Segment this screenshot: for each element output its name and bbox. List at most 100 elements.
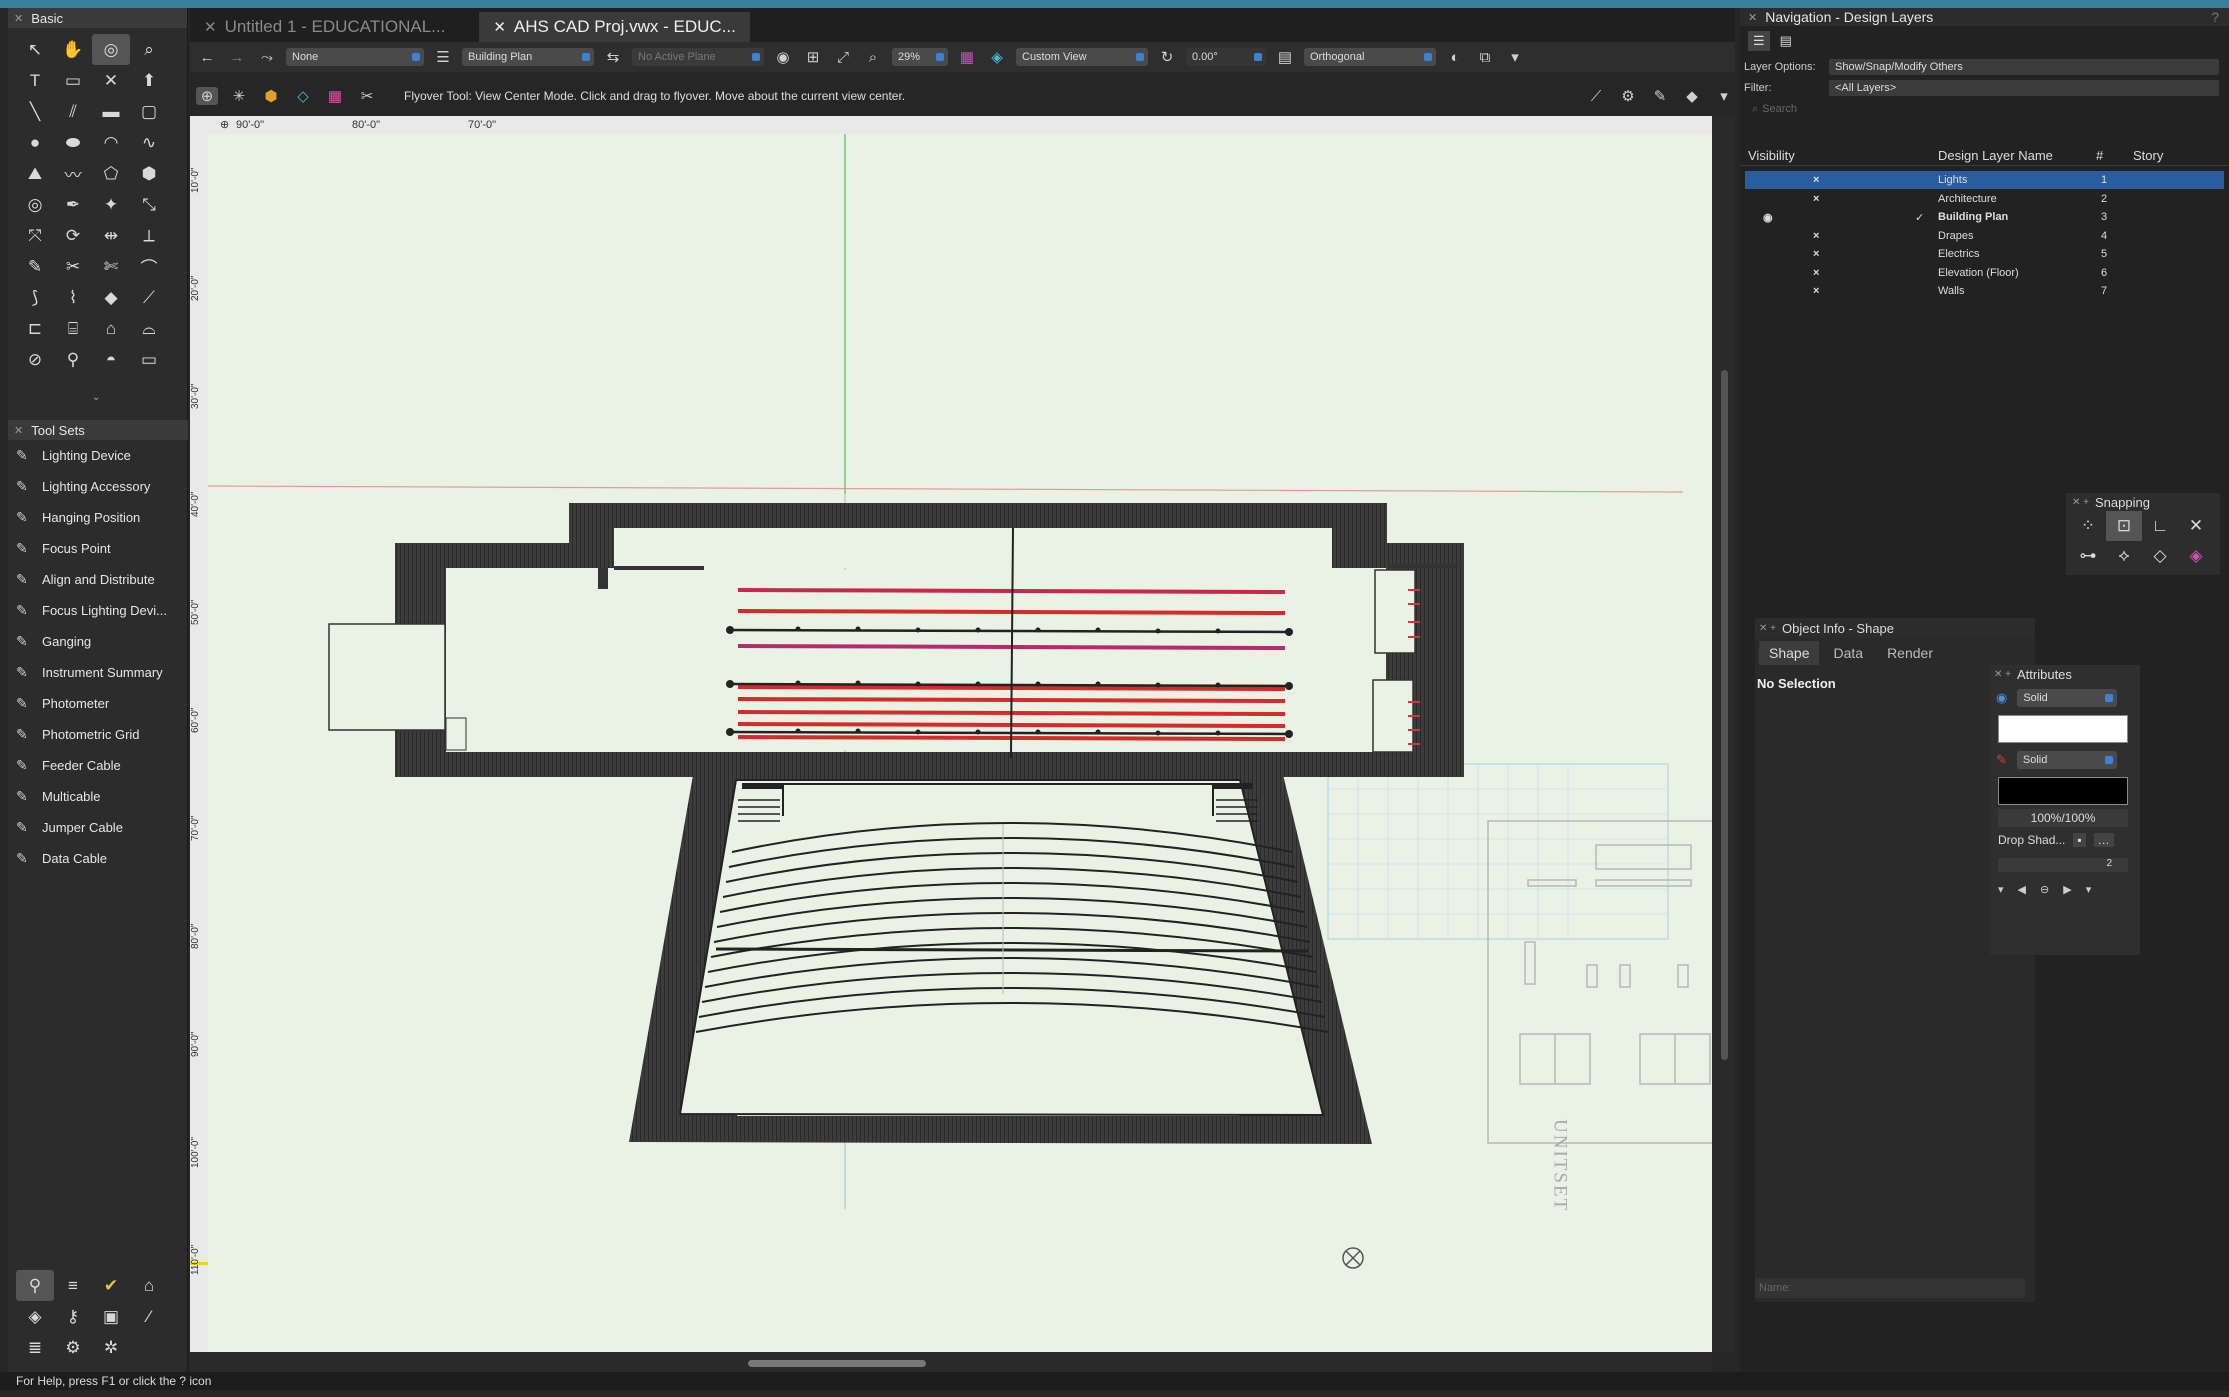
layer-options-select[interactable]: Show/Snap/Modify Others: [1829, 58, 2219, 75]
door-icon[interactable]: ⌂: [92, 313, 130, 344]
connect-icon[interactable]: ⌇: [54, 282, 92, 313]
hatch-icon[interactable]: ⊘: [16, 344, 54, 375]
reshape-icon[interactable]: ⤡: [130, 189, 168, 220]
circle-icon[interactable]: ●: [16, 127, 54, 158]
layer-row[interactable]: × Walls 7: [1745, 282, 2224, 300]
class-select[interactable]: None: [286, 48, 424, 66]
thickness-field[interactable]: 2: [1998, 858, 2128, 872]
layers-icon[interactable]: ☰: [432, 48, 454, 66]
name-field[interactable]: Name:: [1755, 1278, 2025, 1298]
back-icon[interactable]: ←: [196, 49, 218, 66]
smart-points-icon[interactable]: ✕: [2178, 511, 2214, 541]
drawing-canvas[interactable]: UNITSET: [208, 134, 1712, 1352]
stair-icon[interactable]: ⌸: [54, 313, 92, 344]
toolset-item[interactable]: ✎ Feeder Cable: [8, 750, 188, 781]
projection-select[interactable]: Orthogonal: [1304, 48, 1436, 66]
plane-mode-icon[interactable]: ⇆: [602, 48, 624, 66]
tab-shape[interactable]: Shape: [1759, 641, 1820, 665]
toolset-item[interactable]: ✎ Align and Distribute: [8, 564, 188, 595]
layer-row[interactable]: × Architecture 2: [1745, 190, 2224, 208]
lighting-options-icon[interactable]: ◐: [1444, 49, 1466, 66]
hidden-x-icon[interactable]: ×: [1813, 230, 1819, 242]
push-pull-icon[interactable]: ⬆: [130, 65, 168, 96]
dome-icon[interactable]: ◓: [92, 344, 130, 375]
pen-color-swatch[interactable]: [1998, 777, 2128, 805]
double-line-icon[interactable]: ⫽: [54, 96, 92, 127]
arrow-left-icon[interactable]: ◀: [2018, 883, 2026, 896]
hidden-x-icon[interactable]: ×: [1813, 193, 1819, 205]
target-mode-icon[interactable]: ✳: [228, 87, 250, 105]
toolset-item[interactable]: ✎ Instrument Summary: [8, 657, 188, 688]
toolset-item[interactable]: ✎ Ganging: [8, 626, 188, 657]
pen-style-select[interactable]: Solid: [2016, 751, 2117, 769]
text-icon[interactable]: T: [16, 65, 54, 96]
fit-to-objects-icon[interactable]: ⊞: [802, 48, 824, 66]
pan-icon[interactable]: ✋: [54, 34, 92, 65]
story-column[interactable]: Story: [2133, 148, 2163, 163]
smart-edge-icon[interactable]: ⟡: [2106, 541, 2142, 571]
page-setup-icon[interactable]: ▤: [1274, 48, 1296, 66]
toolset-item[interactable]: ✎ Focus Point: [8, 533, 188, 564]
toolset-item[interactable]: ✎ Data Cable: [8, 843, 188, 874]
snap-to-distance-icon[interactable]: ⊶: [2070, 541, 2106, 571]
toolset-item[interactable]: ✎ Lighting Device: [8, 440, 188, 471]
paint-icon[interactable]: ⚲: [54, 344, 92, 375]
link-icon[interactable]: ⊖: [2040, 883, 2049, 896]
close-icon[interactable]: ✕: [204, 18, 217, 36]
sheets-tab-icon[interactable]: ▤: [1780, 33, 1792, 49]
spiral-icon[interactable]: ◎: [16, 189, 54, 220]
polygon-icon[interactable]: ⛰: [16, 158, 54, 189]
toolset-item[interactable]: ✎ Hanging Position: [8, 502, 188, 533]
tab-render[interactable]: Render: [1877, 641, 1943, 665]
selection-icon[interactable]: ↖: [16, 34, 54, 65]
zoom-icon[interactable]: ⌕: [862, 49, 884, 66]
building-shell-toolset-icon[interactable]: ⌂: [130, 1270, 168, 1301]
box-mode-icon[interactable]: ⬢: [260, 87, 282, 105]
drop-shadow-toggle[interactable]: ▪: [2073, 833, 2086, 847]
grid-mode-icon[interactable]: ▦: [324, 87, 346, 105]
layer-row[interactable]: × Drapes 4: [1745, 227, 2224, 245]
close-icon[interactable]: ✕ +: [1994, 669, 2011, 680]
pen-icon[interactable]: ✎: [16, 251, 54, 282]
horizontal-scrollbar[interactable]: [190, 1352, 1712, 1372]
snap-to-tangent-icon[interactable]: ◇: [2142, 541, 2178, 571]
hidden-x-icon[interactable]: ×: [1813, 285, 1819, 297]
toolset-item[interactable]: ✎ Jumper Cable: [8, 812, 188, 843]
filter-select[interactable]: <All Layers>: [1829, 79, 2219, 96]
more-options-icon[interactable]: ▾: [1504, 48, 1526, 66]
scissors-icon[interactable]: ✄: [92, 251, 130, 282]
landscape-toolset-icon[interactable]: ≣: [16, 1332, 54, 1363]
rotation-field[interactable]: 0.00°: [1186, 48, 1266, 66]
eyedropper-icon[interactable]: ✒: [54, 189, 92, 220]
detailing-toolset-icon[interactable]: ⚷: [54, 1301, 92, 1332]
toolset-item[interactable]: ✎ Photometric Grid: [8, 719, 188, 750]
double-polygon-icon[interactable]: ⬠: [92, 158, 130, 189]
fill-color-swatch[interactable]: [1998, 715, 2128, 743]
rounded-rect-icon[interactable]: ▢: [130, 96, 168, 127]
callout-icon[interactable]: ▭: [54, 65, 92, 96]
zoom-icon[interactable]: ⌕: [130, 34, 168, 65]
flyover-icon[interactable]: ◎: [92, 34, 130, 65]
furniture-toolset-icon[interactable]: ◈: [16, 1301, 54, 1332]
name-column[interactable]: Design Layer Name: [1938, 148, 2053, 163]
hidden-x-icon[interactable]: ×: [1813, 174, 1819, 186]
tab-untitled[interactable]: ✕ Untitled 1 - EDUCATIONAL...: [190, 12, 459, 42]
snap-to-grid-icon[interactable]: ⁘: [2070, 511, 2106, 541]
spotlight-toolset-icon[interactable]: ⚲: [16, 1270, 54, 1301]
dims-toolset-icon[interactable]: ≡: [54, 1270, 92, 1301]
close-icon[interactable]: ✕ +: [1759, 623, 1776, 634]
arrow-right-icon[interactable]: ▶: [2063, 883, 2071, 896]
toolset-item[interactable]: ✎ Multicable: [8, 781, 188, 812]
visualization-toolset-icon[interactable]: ✔: [92, 1270, 130, 1301]
trim-icon[interactable]: ✂: [54, 251, 92, 282]
close-icon[interactable]: ✕: [493, 18, 506, 36]
horizontal-scroll-thumb[interactable]: [748, 1360, 926, 1367]
layer-row[interactable]: ◉ ✓ Building Plan 3: [1745, 208, 2224, 226]
render-mode-icon[interactable]: ◉: [772, 48, 794, 66]
rotate-plan-icon[interactable]: ↻: [1156, 48, 1178, 66]
number-column[interactable]: #: [2096, 148, 2103, 163]
tab-data[interactable]: Data: [1823, 641, 1873, 665]
toolset-item[interactable]: ✎ Lighting Accessory: [8, 471, 188, 502]
layers-tab-icon[interactable]: ☰: [1748, 31, 1770, 51]
dimension-icon[interactable]: ✕: [92, 65, 130, 96]
